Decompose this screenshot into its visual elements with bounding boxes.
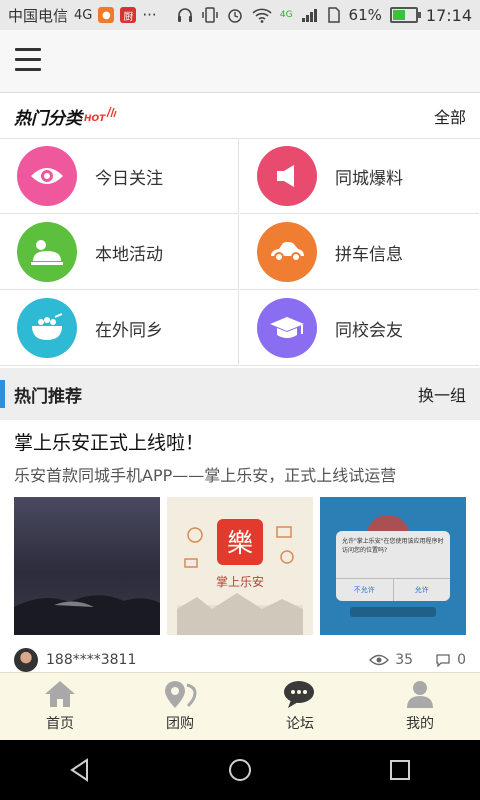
category-hometown[interactable]: 在外同乡: [0, 291, 239, 366]
post-image-app-logo[interactable]: 樂 掌上乐安: [167, 497, 313, 635]
app-name-caption: 掌上乐安: [215, 575, 264, 589]
comment-icon: [436, 654, 450, 667]
category-icon-bg: [257, 298, 317, 358]
vibrate-icon: [202, 7, 218, 23]
category-header: 热门分类 HOT 全部: [0, 95, 480, 137]
signal-icon: [301, 9, 317, 22]
activity-icon: [31, 240, 63, 265]
notification-app-icon: ●: [98, 7, 115, 23]
bowl-icon: [32, 313, 63, 340]
wifi-icon: [252, 8, 272, 23]
bottom-tab-bar: 首页 团购 论坛 我的: [0, 672, 480, 741]
mountain-silhouette: [14, 595, 160, 635]
graduation-cap-icon: [270, 317, 304, 338]
post-title[interactable]: 掌上乐安正式上线啦！: [14, 428, 204, 455]
network-badge: 4G: [279, 10, 293, 20]
home-button-icon[interactable]: [227, 757, 253, 783]
post-image-permission-dialog[interactable]: 允许"掌上乐安"在您使用该应用程序时访问您的位置吗? 不允许 允许: [320, 497, 466, 635]
clock: 17:14: [425, 5, 472, 25]
tab-group-buy[interactable]: 团购: [120, 673, 240, 741]
battery-fill: [392, 10, 406, 20]
category-city-news[interactable]: 同城爆料: [240, 139, 479, 214]
comment-count: 0: [435, 652, 466, 668]
chat-icon: [284, 681, 314, 708]
battery-icon: [389, 7, 421, 23]
tab-label: 我的: [406, 716, 434, 732]
location-pin-icon: [165, 681, 197, 708]
views-value: 35: [395, 652, 414, 668]
svg-text:樂: 樂: [227, 529, 253, 559]
category-title: 热门分类: [14, 108, 82, 129]
back-icon[interactable]: [67, 757, 93, 783]
tab-label: 团购: [166, 716, 194, 732]
battery-percent: 61%: [348, 6, 382, 24]
post-image-night-sky[interactable]: [14, 497, 160, 635]
recommend-title: 热门推荐: [14, 386, 82, 407]
all-categories-link[interactable]: 全部: [434, 104, 466, 128]
accent-bar: [0, 380, 5, 408]
tab-label: 首页: [46, 716, 74, 732]
headphones-icon: [177, 8, 192, 22]
post-images: 樂 掌上乐安 允许"掌上乐安"在您使用该应用程序时访问您的位置吗? 不允许 允许: [14, 497, 466, 635]
car-icon: [271, 242, 304, 262]
category-label: 本地活动: [95, 244, 163, 265]
dialog-text: 允许"掌上乐安"在您使用该应用程序时访问您的位置吗?: [342, 538, 444, 554]
comments-value: 0: [457, 652, 466, 668]
permission-dialog: 允许"掌上乐安"在您使用该应用程序时访问您的位置吗? 不允许 允许: [336, 531, 450, 601]
tab-home[interactable]: 首页: [0, 673, 120, 741]
category-label: 同校会友: [335, 320, 403, 341]
category-label: 同城爆料: [335, 168, 403, 189]
app-logo-graphic: 樂: [177, 519, 303, 635]
megaphone-icon: [277, 165, 294, 187]
category-icon-bg: [17, 146, 77, 206]
category-alumni[interactable]: 同校会友: [240, 291, 479, 366]
menu-icon[interactable]: [15, 48, 41, 72]
sim-icon: [327, 7, 340, 23]
tab-profile[interactable]: 我的: [360, 673, 480, 741]
dialog-deny-button: 不允许: [336, 579, 394, 601]
category-icon-bg: [257, 222, 317, 282]
tab-label: 论坛: [286, 716, 314, 732]
avatar[interactable]: [14, 648, 38, 672]
category-icon-bg: [17, 222, 77, 282]
switch-group-button[interactable]: 换一组: [418, 382, 466, 406]
category-icon-bg: [257, 146, 317, 206]
more-notifications: ···: [142, 6, 157, 24]
sparkle-icon: [106, 106, 117, 118]
post-description[interactable]: 乐安首款同城手机APP——掌上乐安，正式上线试运营: [14, 462, 396, 486]
carrier-name: 中国电信: [8, 6, 69, 25]
category-label: 在外同乡: [95, 320, 163, 341]
category-label: 今日关注: [95, 168, 163, 189]
recommend-header: 热门推荐 换一组: [0, 368, 480, 420]
hot-badge: HOT: [84, 114, 106, 124]
category-today-focus[interactable]: 今日关注: [0, 139, 239, 214]
category-carpool[interactable]: 拼车信息: [240, 215, 479, 290]
notification-kitchen-icon: 厨: [120, 7, 137, 23]
post-meta: 188****3811 35 0: [14, 648, 466, 672]
status-bar: 中国电信 4G ● 厨 ··· 4G 61% 17:14: [0, 0, 480, 30]
home-icon: [45, 681, 75, 707]
system-nav-bar: [0, 740, 480, 800]
category-grid: 今日关注 同城爆料 本地活动 拼车信息 在外同乡 同校会友: [0, 138, 480, 368]
category-local-activities[interactable]: 本地活动: [0, 215, 239, 290]
eye-icon: [369, 654, 390, 666]
network-type: 4G: [74, 7, 93, 23]
tab-forum[interactable]: 论坛: [240, 673, 360, 741]
dialog-allow-button: 允许: [414, 586, 429, 594]
category-label: 拼车信息: [335, 244, 403, 265]
eye-icon: [31, 168, 63, 184]
post-author[interactable]: 188****3811: [46, 652, 136, 668]
top-bar: [0, 30, 480, 93]
user-icon: [407, 681, 433, 708]
recents-icon[interactable]: [387, 757, 413, 783]
alarm-icon: [228, 9, 242, 23]
view-count: 35: [369, 652, 413, 668]
category-icon-bg: [17, 298, 77, 358]
